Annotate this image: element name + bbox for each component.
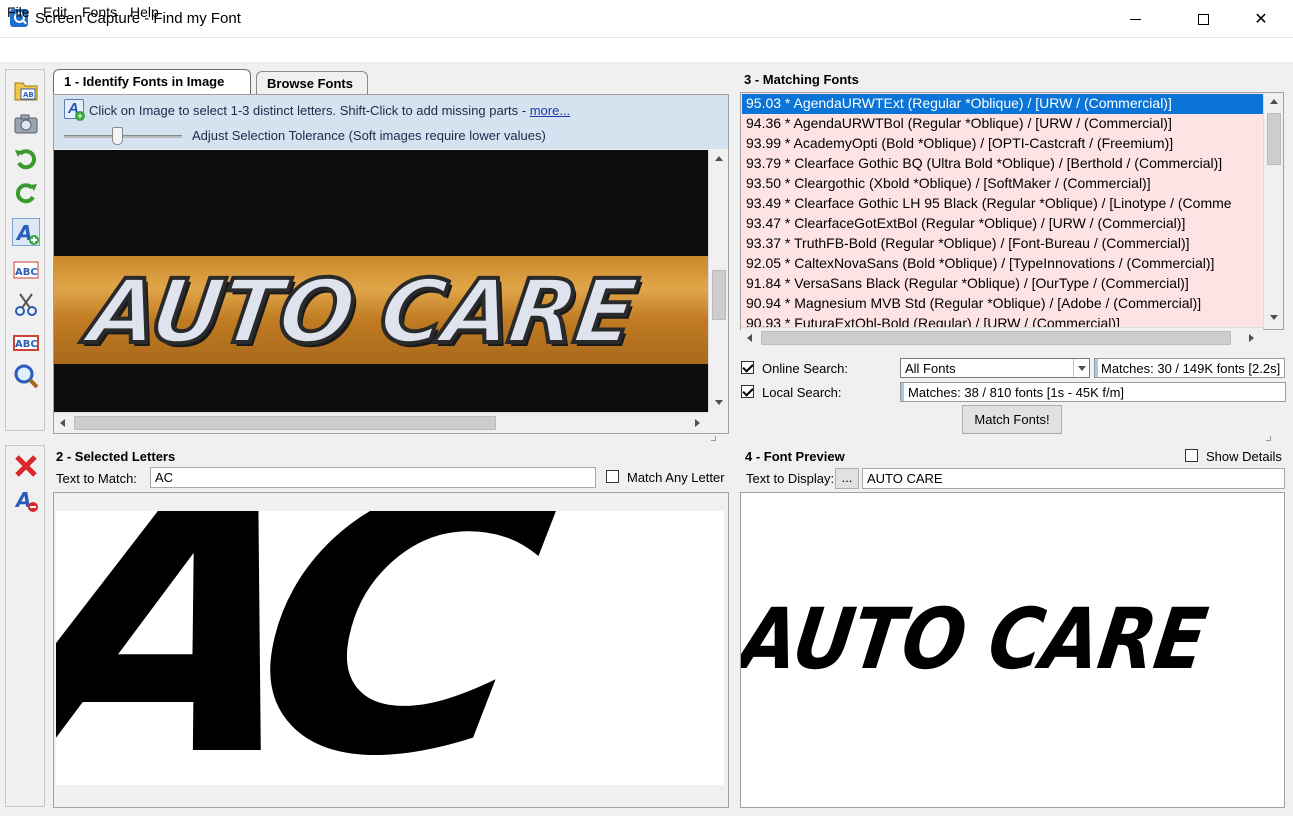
cut-icon[interactable] [12,290,40,318]
scroll-up-icon[interactable] [715,156,723,161]
minimize-icon [1129,18,1141,20]
match-any-letter-label: Match Any Letter [627,470,725,485]
font-preview-title: 4 - Font Preview [745,449,845,464]
local-search-label: Local Search: [762,385,842,400]
font-list-item[interactable]: 93.37 * TruthFB-Bold (Regular *Oblique) … [742,234,1264,254]
rotate-right-icon[interactable] [12,178,40,206]
scroll-thumb[interactable] [1267,113,1281,165]
close-button[interactable]: ✕ [1238,0,1284,38]
maximize-icon [1197,13,1209,25]
hint-text: Click on Image to select 1-3 distinct le… [89,103,570,118]
font-filter-select[interactable]: All Fonts [900,358,1090,378]
open-image-icon[interactable]: AB [12,76,40,104]
match-any-letter-checkbox[interactable] [606,470,619,483]
selected-letters-title: 2 - Selected Letters [56,449,176,464]
matching-fonts-list[interactable]: 95.03 * AgendaURWTExt (Regular *Oblique)… [740,92,1284,330]
menu-edit[interactable]: Edit [43,4,67,20]
selected-letters-canvas: AC [53,492,729,808]
menu-file[interactable]: File [7,4,30,20]
source-image[interactable]: AUTO CARE [54,150,708,412]
tolerance-slider-thumb[interactable] [111,127,123,145]
font-list-item[interactable]: 91.84 * VersaSans Black (Regular *Obliqu… [742,274,1264,294]
remove-letter-icon[interactable]: A [12,486,40,514]
text-to-match-input[interactable]: AC [150,467,596,488]
left-toolbar: AB A ABC ABC [5,69,45,431]
add-letter-hint-icon [64,99,85,121]
font-list-item[interactable]: 93.79 * Clearface Gothic BQ (Ultra Bold … [742,154,1264,174]
rotate-left-icon[interactable] [12,144,40,172]
show-details-label: Show Details [1206,449,1282,464]
auto-detect-icon[interactable]: ABC [12,328,40,356]
scroll-left-icon[interactable] [60,419,65,427]
image-vertical-scrollbar[interactable] [708,150,728,412]
svg-text:AB: AB [23,91,34,99]
minimize-button[interactable] [1112,0,1158,38]
online-search-label: Online Search: [762,361,848,376]
chevron-down-icon[interactable] [1073,359,1089,377]
auto-letters-icon[interactable]: ABC [12,256,40,284]
text-to-match-label: Text to Match: [56,471,137,486]
splitter-grip[interactable] [1266,436,1271,441]
image-banner-text: AUTO CARE [81,258,643,364]
scroll-right-icon[interactable] [1249,334,1254,342]
svg-text:ABC: ABC [15,339,38,350]
menu-help[interactable]: Help [130,4,159,20]
svg-text:ABC: ABC [15,267,38,278]
font-preview-text: AUTO CARE [740,590,1212,688]
selected-letters-image: AC [56,511,724,785]
font-list-item[interactable]: 93.99 * AcademyOpti (Bold *Oblique) / [O… [742,134,1264,154]
scroll-thumb[interactable] [74,416,496,430]
splitter-grip[interactable] [711,436,716,441]
close-icon: ✕ [1254,11,1268,28]
text-to-display-label: Text to Display: [746,471,835,486]
font-list-item[interactable]: 94.36 * AgendaURWTBol (Regular *Oblique)… [742,114,1264,134]
tab-browse-fonts[interactable]: Browse Fonts [256,71,368,95]
font-list-item[interactable]: 95.03 * AgendaURWTExt (Regular *Oblique)… [742,94,1264,114]
more-link[interactable]: more... [530,103,570,118]
scroll-up-icon[interactable] [1270,99,1278,104]
left-toolbar-letters: A [5,445,45,807]
delete-icon[interactable] [12,452,40,480]
font-list-item[interactable]: 92.05 * CaltexNovaSans (Bold *Oblique) /… [742,254,1264,274]
scroll-thumb[interactable] [761,331,1231,345]
online-search-checkbox[interactable] [741,361,754,374]
match-fonts-button[interactable]: Match Fonts! [962,405,1062,434]
zoom-icon[interactable] [12,362,40,390]
scroll-right-icon[interactable] [695,419,700,427]
local-search-checkbox[interactable] [741,385,754,398]
scroll-down-icon[interactable] [715,400,723,405]
tolerance-slider[interactable] [64,135,182,138]
font-list-item[interactable]: 93.50 * Cleargothic (Xbold *Oblique) / [… [742,174,1264,194]
font-preview-canvas: AUTO CARE [740,492,1285,808]
menu-bar [0,38,1293,62]
hint-message: Click on Image to select 1-3 distinct le… [89,103,530,118]
scroll-down-icon[interactable] [1270,315,1278,320]
online-status: Matches: 30 / 149K fonts [2.2s] [1094,358,1285,378]
fonts-list-vertical-scrollbar[interactable] [1263,93,1283,329]
selected-letters-glyphs: AC [56,511,539,785]
dropdown-arrow-icon [1078,366,1086,371]
text-to-display-input[interactable]: AUTO CARE [862,468,1285,489]
tolerance-label: Adjust Selection Tolerance (Soft images … [192,128,546,143]
font-list-item[interactable]: 93.49 * Clearface Gothic LH 95 Black (Re… [742,194,1264,214]
matching-fonts-title: 3 - Matching Fonts [744,72,859,87]
show-details-checkbox[interactable] [1185,449,1198,462]
tab-identify-fonts[interactable]: 1 - Identify Fonts in Image [53,69,251,95]
local-status: Matches: 38 / 810 fonts [1s - 45K f/m] [900,382,1286,402]
add-letter-icon[interactable]: A [12,218,40,246]
maximize-button[interactable] [1180,0,1226,38]
scroll-thumb[interactable] [712,270,726,320]
font-list-item[interactable]: 93.47 * ClearfaceGotExtBol (Regular *Obl… [742,214,1264,234]
font-list-item[interactable]: 90.94 * Magnesium MVB Std (Regular *Obli… [742,294,1264,314]
image-banner: AUTO CARE [54,256,708,364]
menu-fonts[interactable]: Fonts [82,4,117,20]
image-horizontal-scrollbar[interactable] [54,412,708,432]
camera-icon[interactable] [12,110,40,138]
display-options-button[interactable]: ... [835,468,859,489]
fonts-list-horizontal-scrollbar[interactable] [741,327,1263,347]
scroll-left-icon[interactable] [747,334,752,342]
